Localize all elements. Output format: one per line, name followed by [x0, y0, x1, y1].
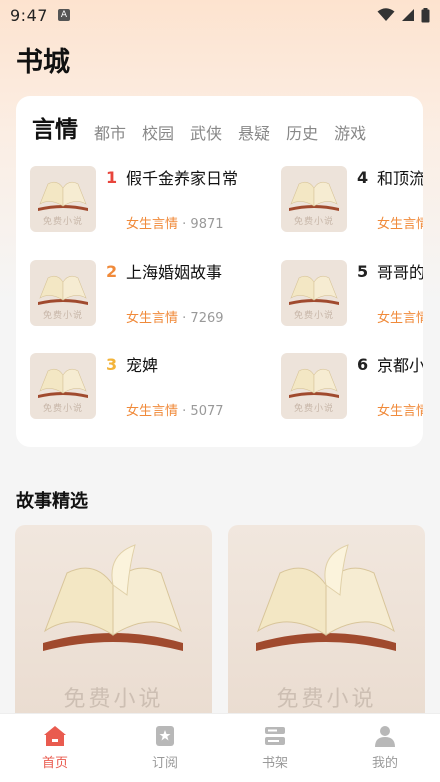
cover-watermark: 免费小说 — [42, 404, 83, 414]
book-count: · 9871 — [182, 217, 224, 232]
notification-icon: A — [57, 9, 70, 21]
book-meta: 女生言情 · 9871 — [126, 213, 224, 232]
cover-watermark: 免费小说 — [293, 404, 334, 414]
story-watermark: 免费小说 — [63, 687, 164, 712]
tab-history[interactable]: 历史 — [286, 120, 318, 144]
bookshelf-icon — [265, 727, 285, 745]
rank-item[interactable]: 免费小说 2 上海婚姻故事 女生言情 · 7269 — [30, 260, 230, 330]
book-genre: 女生言情 — [377, 404, 423, 419]
book-genre: 女生言情 — [377, 311, 423, 326]
category-tabs: 言情 都市 校园 武侠 悬疑 历史 游戏 — [32, 110, 366, 144]
book-meta: 女生言情 — [377, 307, 423, 326]
status-time: 9:47 — [10, 5, 48, 25]
book-meta: 女生言情 · 7269 — [126, 307, 224, 326]
nav-label: 首页 — [41, 756, 68, 771]
story-card[interactable]: 免费小说 — [228, 525, 425, 725]
rank-number: 2 — [106, 262, 118, 281]
nav-label: 我的 — [371, 756, 398, 771]
book-title: 宠婢 — [126, 356, 159, 375]
rank-item[interactable]: 免费小说 6 京都小女生言情 — [281, 353, 423, 423]
user-icon — [375, 726, 395, 747]
home-icon — [44, 726, 66, 746]
book-count: · 7269 — [182, 311, 224, 326]
battery-icon — [421, 7, 430, 22]
cover-watermark: 免费小说 — [293, 311, 334, 321]
book-count: · 5077 — [182, 404, 224, 419]
nav-label: 书架 — [261, 756, 288, 771]
book-meta: 女生言情 — [377, 213, 423, 232]
cover-watermark: 免费小说 — [42, 217, 83, 227]
book-genre: 女生言情 — [126, 217, 179, 232]
rank-number: 1 — [106, 168, 118, 187]
book-title: 上海婚姻故事 — [126, 263, 223, 282]
book-cover: 免费小说 — [30, 260, 96, 326]
book-title: 和顶流前任的回忆了 — [377, 169, 423, 188]
rank-item[interactable]: 免费小说 5 哥哥的女生言情 — [281, 260, 423, 330]
book-cover: 免费小说 — [30, 166, 96, 232]
rank-item[interactable]: 免费小说 4 和顶流前任的回忆了女生言情 — [281, 166, 423, 236]
rank-number: 5 — [357, 262, 369, 281]
book-cover: 免费小说 — [30, 353, 96, 419]
wifi-icon — [377, 8, 395, 21]
nav-profile[interactable]: 我的 — [330, 714, 440, 782]
story-watermark: 免费小说 — [276, 687, 377, 712]
ranking-card: 言情 都市 校园 武侠 悬疑 历史 游戏 免费小说 1 假千金养家日常 女生言情 · … — [16, 96, 423, 447]
book-title: 哥哥的 — [377, 263, 423, 282]
book-cover: 免费小说 — [281, 166, 347, 232]
nav-subscribe[interactable]: 订阅 — [110, 714, 220, 782]
tab-romance[interactable]: 言情 — [32, 110, 78, 144]
tab-wuxia[interactable]: 武侠 — [190, 120, 222, 144]
rank-number: 4 — [357, 168, 369, 187]
bottom-nav: 首页 订阅 书架 我的 — [0, 713, 440, 782]
cover-watermark: 免费小说 — [293, 217, 334, 227]
book-meta: 女生言情 · 5077 — [126, 400, 224, 419]
rank-number: 3 — [106, 355, 118, 374]
book-cover-icon — [43, 544, 183, 651]
signal-icon — [402, 9, 414, 21]
book-genre: 女生言情 — [126, 404, 179, 419]
book-genre: 女生言情 — [377, 217, 423, 232]
tab-urban[interactable]: 都市 — [94, 120, 126, 144]
book-cover-icon — [256, 544, 396, 651]
bookmark-icon — [156, 726, 174, 746]
nav-label: 订阅 — [151, 756, 178, 771]
story-card[interactable]: 免费小说 — [15, 525, 212, 725]
tab-campus[interactable]: 校园 — [142, 120, 174, 144]
nav-home[interactable]: 首页 — [0, 714, 110, 782]
rank-item[interactable]: 免费小说 1 假千金养家日常 女生言情 · 9871 — [30, 166, 238, 236]
tab-game[interactable]: 游戏 — [334, 120, 366, 144]
section-title: 故事精选 — [16, 491, 88, 512]
status-bar: 9:47 A — [0, 0, 440, 30]
page-title: 书城 — [16, 47, 70, 78]
rank-item[interactable]: 免费小说 3 宠婢女生言情 · 5077 — [30, 353, 230, 423]
book-genre: 女生言情 — [126, 311, 179, 326]
book-cover: 免费小说 — [281, 260, 347, 326]
nav-bookshelf[interactable]: 书架 — [220, 714, 330, 782]
rank-number: 6 — [357, 355, 369, 374]
tab-mystery[interactable]: 悬疑 — [238, 120, 270, 144]
book-title: 京都小 — [377, 356, 423, 375]
book-meta: 女生言情 — [377, 400, 423, 419]
book-cover: 免费小说 — [281, 353, 347, 419]
cover-watermark: 免费小说 — [42, 311, 83, 321]
book-title: 假千金养家日常 — [126, 169, 239, 188]
